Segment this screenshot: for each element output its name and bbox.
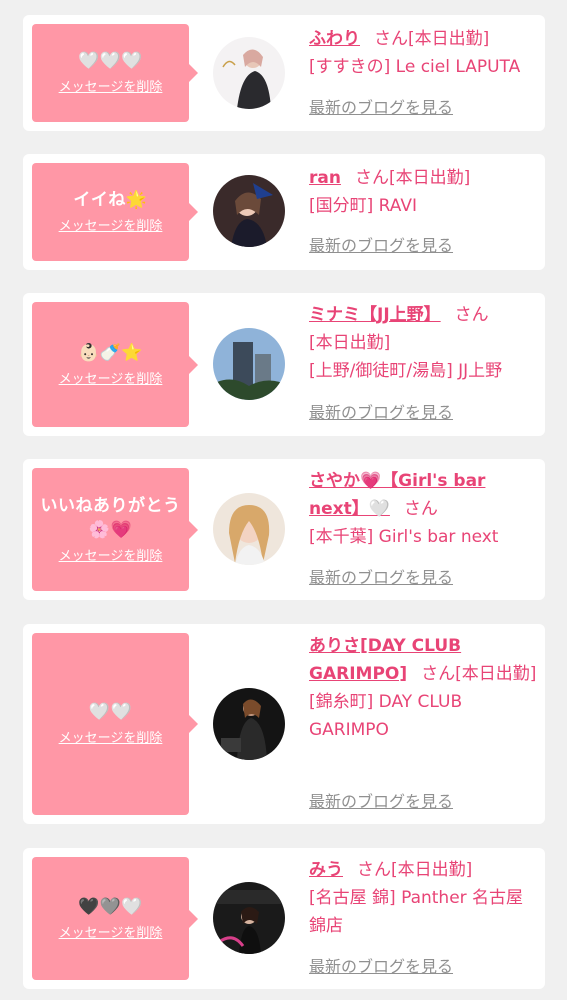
- honorific: さん: [403, 499, 438, 519]
- area: [名古屋 錦]: [309, 888, 396, 908]
- cast-info: さやか💗【Girl's bar next】🤍 さん [本千葉] Girl's ba…: [309, 467, 539, 551]
- latest-blog-link[interactable]: 最新のブログを見る: [309, 402, 453, 424]
- message-text: 🤍🤍: [88, 702, 133, 722]
- area: [本千葉]: [309, 527, 374, 547]
- message-bubble: 🖤🩶🤍 メッセージを削除: [32, 857, 198, 980]
- avatar[interactable]: [213, 688, 285, 760]
- cast-info: みう さん[本日出勤] [名古屋 錦] Panther 名古屋錦店: [309, 856, 539, 940]
- honorific: さん: [374, 29, 408, 49]
- area: [錦糸町]: [309, 692, 374, 712]
- cast-info: ありさ[DAY CLUB GARIMPO] さん[本日出勤] [錦糸町] DAY …: [309, 632, 539, 744]
- cast-info: ran さん[本日出勤] [国分町] RAVI: [309, 164, 539, 220]
- work-status: [本日出勤]: [455, 664, 537, 684]
- honorific: さん: [357, 860, 391, 880]
- message-card: 🤍🤍 メッセージを削除 ありさ[DAY CLUB GARIMPO] さん[本日出勤…: [23, 624, 545, 824]
- message-text: いいねありがとう🌸💗: [40, 495, 181, 540]
- message-text: 👶🏻🍼⭐️: [77, 342, 143, 363]
- avatar[interactable]: [213, 37, 285, 109]
- work-status: [本日出勤]: [391, 860, 473, 880]
- work-status: [本日出勤]: [388, 168, 471, 188]
- delete-message-link[interactable]: メッセージを削除: [59, 79, 163, 97]
- area: [国分町]: [309, 196, 374, 216]
- cast-name-link[interactable]: みう: [309, 860, 343, 880]
- message-bubble: イイね🌟 メッセージを削除: [32, 163, 198, 261]
- message-card: イイね🌟 メッセージを削除 ran さん[本日出勤] [国分町] RAVI 最新の…: [23, 154, 545, 270]
- delete-message-link[interactable]: メッセージを削除: [59, 925, 163, 943]
- cast-name-link[interactable]: ran: [309, 168, 341, 188]
- message-text: イイね🌟: [73, 190, 148, 210]
- message-bubble: 🤍🤍 メッセージを削除: [32, 633, 198, 815]
- avatar[interactable]: [213, 175, 285, 247]
- message-card: 👶🏻🍼⭐️ メッセージを削除 ミナミ【JJ上野】 さん [本日出勤] [上野/御徒…: [23, 293, 545, 436]
- message-list: 🤍🤍🤍 メッセージを削除 ふわり さん[本日出勤] [すすきの] Le ciel …: [0, 0, 567, 1000]
- message-text: 🤍🤍🤍: [77, 51, 143, 71]
- avatar[interactable]: [213, 493, 285, 565]
- honorific: さん: [454, 305, 489, 325]
- cast-name-link[interactable]: ふわり: [309, 29, 360, 49]
- honorific: さん: [421, 664, 456, 684]
- shop-name: RAVI: [378, 196, 417, 216]
- delete-message-link[interactable]: メッセージを削除: [59, 218, 163, 236]
- message-bubble: 👶🏻🍼⭐️ メッセージを削除: [32, 302, 198, 427]
- cast-name-link[interactable]: ミナミ【JJ上野】: [309, 305, 441, 325]
- message-text: 🖤🩶🤍: [77, 896, 143, 917]
- cast-info: ふわり さん[本日出勤] [すすきの] Le ciel LAPUTA: [309, 25, 539, 81]
- cast-info: ミナミ【JJ上野】 さん [本日出勤] [上野/御徒町/湯島] JJ上野: [309, 301, 539, 385]
- delete-message-link[interactable]: メッセージを削除: [59, 371, 163, 389]
- avatar[interactable]: [213, 328, 285, 400]
- delete-message-link[interactable]: メッセージを削除: [59, 548, 163, 566]
- message-card: 🖤🩶🤍 メッセージを削除 みう さん[本日出勤] [名古屋 錦] Panther …: [23, 848, 545, 989]
- area: [すすきの]: [309, 57, 391, 77]
- avatar[interactable]: [213, 882, 285, 954]
- message-card: いいねありがとう🌸💗 メッセージを削除 さやか💗【Girl's bar next…: [23, 459, 545, 600]
- latest-blog-link[interactable]: 最新のブログを見る: [309, 235, 453, 257]
- delete-message-link[interactable]: メッセージを削除: [59, 730, 163, 748]
- shop-name: JJ上野: [458, 361, 503, 381]
- work-status: [本日出勤]: [408, 29, 490, 49]
- message-card: 🤍🤍🤍 メッセージを削除 ふわり さん[本日出勤] [すすきの] Le ciel …: [23, 15, 545, 131]
- honorific: さん: [354, 168, 389, 188]
- message-bubble: 🤍🤍🤍 メッセージを削除: [32, 24, 198, 122]
- latest-blog-link[interactable]: 最新のブログを見る: [309, 567, 453, 589]
- latest-blog-link[interactable]: 最新のブログを見る: [309, 97, 453, 119]
- work-status: [本日出勤]: [309, 333, 391, 353]
- shop-name: Le ciel LAPUTA: [395, 57, 521, 77]
- area: [上野/御徒町/湯島]: [309, 361, 453, 381]
- message-bubble: いいねありがとう🌸💗 メッセージを削除: [32, 468, 198, 591]
- latest-blog-link[interactable]: 最新のブログを見る: [309, 956, 453, 978]
- latest-blog-link[interactable]: 最新のブログを見る: [309, 791, 453, 813]
- cast-name-link[interactable]: さやか💗【Girl's bar next】🤍: [309, 471, 485, 519]
- shop-name: Girl's bar next: [378, 527, 499, 547]
